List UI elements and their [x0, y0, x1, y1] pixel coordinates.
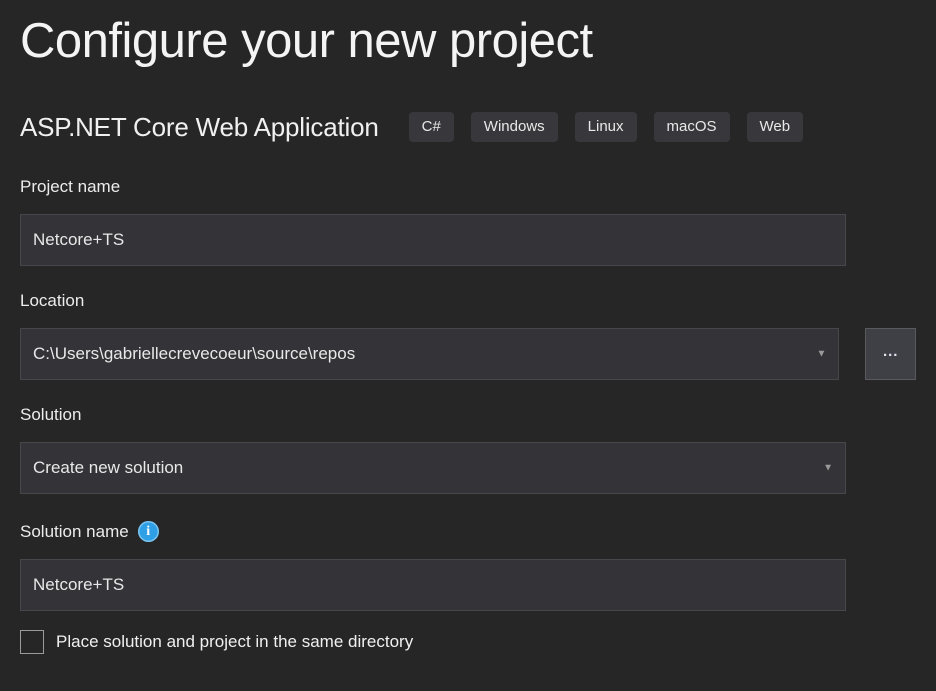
solution-name-label-row: Solution name i [20, 521, 916, 542]
chevron-down-icon[interactable]: ▼ [823, 463, 833, 474]
template-tag-list: C# Windows Linux macOS Web [409, 112, 804, 142]
project-name-input[interactable] [20, 214, 846, 266]
solution-combobox[interactable]: Create new solution ▼ [20, 442, 846, 494]
location-label: Location [20, 291, 916, 311]
template-summary: ASP.NET Core Web Application C# Windows … [20, 111, 916, 143]
location-combobox[interactable]: C:\Users\gabriellecrevecoeur\source\repo… [20, 328, 839, 380]
template-name: ASP.NET Core Web Application [20, 112, 379, 143]
location-value: C:\Users\gabriellecrevecoeur\source\repo… [33, 344, 355, 364]
project-name-label: Project name [20, 177, 916, 197]
tag-macos: macOS [654, 112, 730, 142]
chevron-down-icon[interactable]: ▼ [817, 349, 827, 360]
solution-value: Create new solution [33, 458, 183, 478]
solution-name-input[interactable] [20, 559, 846, 611]
tag-csharp: C# [409, 112, 454, 142]
solution-label: Solution [20, 405, 916, 425]
configure-project-dialog: Configure your new project ASP.NET Core … [0, 0, 936, 654]
same-directory-checkbox[interactable] [20, 630, 44, 654]
browse-button[interactable]: ... [865, 328, 916, 380]
solution-name-label: Solution name [20, 522, 129, 542]
page-title: Configure your new project [20, 8, 916, 74]
same-directory-label: Place solution and project in the same d… [56, 632, 413, 652]
same-directory-option: Place solution and project in the same d… [20, 630, 916, 654]
tag-windows: Windows [471, 112, 558, 142]
tag-web: Web [747, 112, 804, 142]
tag-linux: Linux [575, 112, 637, 142]
info-icon[interactable]: i [138, 521, 159, 542]
solution-row: Create new solution ▼ [20, 442, 916, 494]
location-row: C:\Users\gabriellecrevecoeur\source\repo… [20, 328, 916, 380]
